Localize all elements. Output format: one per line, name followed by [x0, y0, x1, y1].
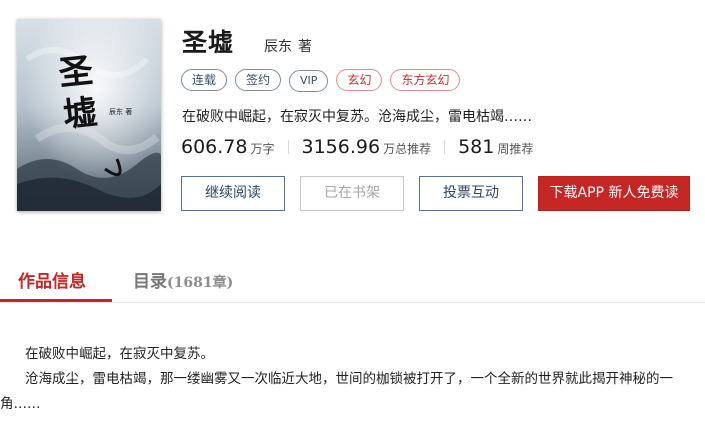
- active-tab-indicator: [0, 299, 112, 302]
- stat-divider: [444, 140, 446, 154]
- vote-button[interactable]: 投票互动: [419, 176, 523, 211]
- tag-serializing: 连载: [181, 69, 228, 91]
- author-suffix: 著: [298, 39, 312, 55]
- author-name[interactable]: 辰东: [264, 39, 292, 55]
- cover-title-art: 圣墟: [57, 49, 106, 137]
- stat-total-recommend: 3156.96 万总推荐: [302, 136, 432, 158]
- in-shelf-button[interactable]: 已在书架: [300, 176, 404, 211]
- download-app-button[interactable]: 下载APP 新人免费读: [538, 176, 690, 211]
- description-paragraph: 在破败中崛起，在寂灭中复苏。: [25, 346, 214, 362]
- description-paragraph-continued: 角……: [0, 396, 41, 412]
- cover-author-art: 辰东 著: [109, 107, 132, 117]
- cover-author-text: 辰东 著: [109, 108, 133, 116]
- stat-unit: 周推荐: [497, 142, 534, 156]
- stat-value: 606.78: [181, 136, 248, 158]
- tag-genre[interactable]: 玄幻: [336, 69, 383, 91]
- tab-table-of-contents[interactable]: 目录(1681章): [133, 267, 233, 292]
- description-paragraph: 沧海成尘，雷电枯竭，那一缕幽雾又一次临近大地，世间的枷锁被打开了，一个全新的世界…: [25, 371, 673, 387]
- tab-bar: 作品信息 目录(1681章): [0, 262, 705, 303]
- tag-subgenre[interactable]: 东方玄幻: [390, 69, 461, 91]
- book-title: 圣墟: [182, 28, 235, 57]
- tag-signed: 签约: [235, 69, 282, 91]
- tag-vip: VIP: [289, 70, 329, 92]
- stat-word-count: 606.78 万字: [181, 136, 275, 158]
- stat-unit: 万字: [250, 142, 275, 156]
- tab-book-info[interactable]: 作品信息: [18, 267, 86, 292]
- book-cover[interactable]: 圣墟 辰东 著: [17, 19, 161, 211]
- book-description: 在破败中崛起，在寂灭中复苏。 沧海成尘，雷电枯竭，那一缕幽雾又一次临近大地，世间…: [0, 342, 705, 417]
- tab-book-info-label: 作品信息: [18, 272, 86, 292]
- stat-divider: [287, 140, 289, 154]
- stat-value: 581: [458, 136, 495, 158]
- tab-toc-label: 目录: [133, 272, 167, 292]
- stat-unit: 万总推荐: [383, 142, 432, 156]
- cover-title-text: 圣墟: [56, 50, 100, 136]
- stat-weekly-recommend: 581 周推荐: [458, 136, 533, 158]
- tab-toc-count: (1681章): [167, 275, 234, 291]
- book-intro: 在破败中崛起，在寂灭中复苏。沧海成尘，雷电枯竭……: [182, 109, 532, 125]
- stat-value: 3156.96: [301, 136, 381, 158]
- tag-list: 连载 签约 VIP 玄幻 东方玄幻: [181, 69, 468, 92]
- continue-reading-button[interactable]: 继续阅读: [181, 176, 285, 211]
- book-stats: 606.78 万字 3156.96 万总推荐 581 周推荐: [181, 136, 533, 160]
- author-row: 辰东著: [264, 36, 312, 56]
